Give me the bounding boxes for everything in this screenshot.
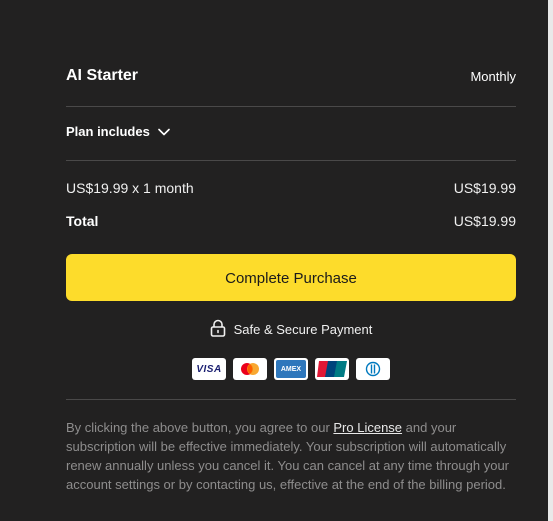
window-edge [548, 0, 553, 521]
plan-header: AI Starter Monthly [66, 64, 516, 88]
line-item-amount: US$19.99 [453, 180, 516, 196]
total-row: Total US$19.99 [66, 211, 516, 231]
plan-name: AI Starter [66, 67, 139, 84]
plan-includes-label: Plan includes [66, 124, 150, 139]
payment-methods: VISA AMEX [66, 358, 516, 380]
secure-payment-notice: Safe & Secure Payment [66, 319, 516, 340]
lock-icon [210, 319, 226, 340]
diners-club-icon [356, 358, 390, 380]
line-item-row: US$19.99 x 1 month US$19.99 [66, 178, 516, 198]
plan-includes-toggle[interactable]: Plan includes [66, 124, 170, 139]
secure-payment-label: Safe & Secure Payment [233, 322, 373, 337]
pro-license-link[interactable]: Pro License [333, 420, 402, 435]
mastercard-icon [233, 358, 267, 380]
total-label: Total [66, 213, 99, 229]
complete-purchase-button[interactable]: Complete Purchase [66, 254, 516, 301]
unionpay-icon [315, 358, 349, 380]
legal-text-before: By clicking the above button, you agree … [66, 420, 334, 435]
total-amount: US$19.99 [453, 213, 516, 229]
line-item-label: US$19.99 x 1 month [66, 180, 194, 196]
visa-icon: VISA [192, 358, 226, 380]
divider [66, 106, 516, 107]
amex-icon: AMEX [274, 358, 308, 380]
chevron-down-icon [158, 128, 170, 136]
legal-notice: By clicking the above button, you agree … [66, 418, 516, 494]
divider [66, 160, 516, 161]
divider [66, 399, 516, 400]
billing-period: Monthly [470, 68, 516, 84]
